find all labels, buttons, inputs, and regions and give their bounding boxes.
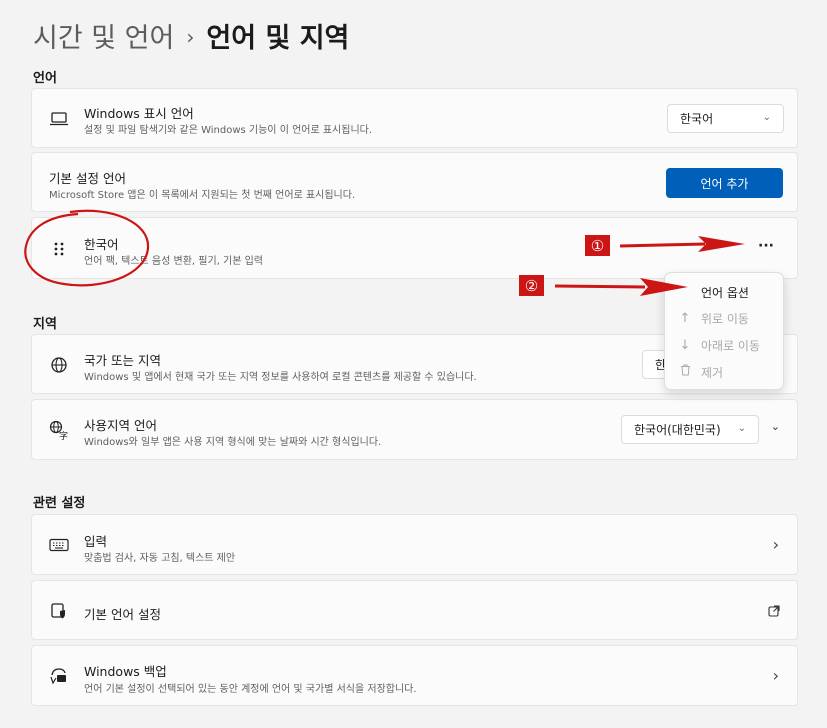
preferred-languages-card: 기본 설정 언어 Microsoft Store 앱은 이 목록에서 지원되는 … (31, 152, 798, 212)
display-language-card: Windows 표시 언어 설정 및 파일 탐색기와 같은 Windows 기능… (31, 88, 798, 148)
annotation-badge-1: ① (585, 235, 610, 256)
chevron-down-icon: ⌄ (762, 112, 771, 123)
menu-item-move-up: ↑ 위로 이동 (665, 305, 783, 331)
section-language-heading: 언어 (33, 71, 57, 86)
backup-title: Windows 백업 (84, 664, 167, 679)
add-language-button[interactable]: 언어 추가 (666, 168, 783, 198)
preferred-languages-title: 기본 설정 언어 (49, 171, 126, 186)
backup-card[interactable]: Windows 백업 언어 기본 설정이 선택되어 있는 동안 계정에 언어 및… (31, 645, 798, 706)
svg-text:字: 字 (59, 430, 68, 440)
menu-item-label: 언어 옵션 (701, 285, 749, 300)
admin-shield-icon (48, 600, 70, 622)
typing-card[interactable]: 입력 맞춤법 검사, 자동 고침, 텍스트 제안 › (31, 514, 798, 575)
admin-language-card[interactable]: 기본 언어 설정 (31, 580, 798, 640)
laptop-icon (48, 108, 70, 130)
drag-handle-icon[interactable] (48, 238, 70, 260)
admin-language-title: 기본 언어 설정 (84, 607, 161, 622)
backup-icon (48, 665, 70, 687)
display-language-title: Windows 표시 언어 (84, 106, 194, 121)
regional-format-title: 사용지역 언어 (84, 418, 157, 433)
regional-format-desc: Windows와 일부 앱은 사용 지역 형식에 맞는 날짜와 시간 형식입니다… (84, 437, 382, 448)
menu-item-label: 제거 (701, 365, 724, 380)
regional-format-value: 한국어(대한민국) (634, 423, 721, 437)
breadcrumb-separator: › (186, 25, 195, 49)
language-item-title: 한국어 (84, 237, 119, 252)
keyboard-icon (48, 534, 70, 556)
chevron-right-icon: › (772, 535, 779, 554)
arrow-down-icon: ↓ (679, 337, 691, 353)
section-related-heading: 관련 설정 (33, 496, 86, 511)
globe-icon (48, 354, 70, 376)
arrow-up-icon: ↑ (679, 310, 691, 326)
menu-item-remove: 제거 (665, 359, 783, 385)
menu-item-language-options[interactable]: 언어 옵션 (665, 279, 783, 305)
language-item-desc: 언어 팩, 텍스트 음성 변환, 필기, 기본 입력 (84, 256, 263, 267)
expand-chevron-icon[interactable]: ⌄ (771, 420, 780, 433)
open-external-icon (768, 602, 780, 621)
annotation-arrow-2-shaft (554, 284, 646, 289)
breadcrumb-parent[interactable]: 시간 및 언어 (33, 23, 174, 54)
annotation-badge-2: ② (519, 275, 544, 296)
display-language-dropdown[interactable]: 한국어 ⌄ (667, 104, 784, 133)
language-format-icon: 字 (48, 419, 70, 441)
language-item-korean[interactable]: 한국어 언어 팩, 텍스트 음성 변환, 필기, 기본 입력 ··· (31, 217, 798, 279)
menu-item-label: 아래로 이동 (701, 338, 761, 353)
section-region-heading: 지역 (33, 317, 57, 332)
chevron-right-icon: › (772, 666, 779, 685)
backup-desc: 언어 기본 설정이 선택되어 있는 동안 계정에 언어 및 국가별 서식을 저장… (84, 684, 417, 695)
country-title: 국가 또는 지역 (84, 353, 161, 368)
page-title: 언어 및 지역 (206, 23, 350, 54)
typing-desc: 맞춤법 검사, 자동 고침, 텍스트 제안 (84, 553, 236, 564)
display-language-value: 한국어 (680, 112, 714, 126)
breadcrumb: 시간 및 언어 › 언어 및 지역 (33, 16, 349, 55)
display-language-desc: 설정 및 파일 탐색기와 같은 Windows 기능이 이 언어로 표시됩니다. (84, 125, 373, 136)
regional-format-card[interactable]: 字 사용지역 언어 Windows와 일부 앱은 사용 지역 형식에 맞는 날짜… (31, 399, 798, 460)
trash-icon (677, 364, 693, 380)
language-context-menu: 언어 옵션 ↑ 위로 이동 ↓ 아래로 이동 제거 (664, 272, 784, 390)
menu-item-label: 위로 이동 (701, 311, 749, 326)
typing-title: 입력 (84, 534, 108, 549)
preferred-languages-desc: Microsoft Store 앱은 이 목록에서 지원되는 첫 번째 언어로 … (49, 190, 356, 201)
regional-format-dropdown[interactable]: 한국어(대한민국) ⌄ (621, 415, 759, 444)
country-desc: Windows 및 앱에서 현재 국가 또는 지역 정보를 사용하여 로컬 콘텐… (84, 372, 477, 383)
chevron-down-icon: ⌄ (737, 423, 746, 434)
more-options-button[interactable]: ··· (758, 238, 774, 254)
menu-item-move-down: ↓ 아래로 이동 (665, 332, 783, 358)
